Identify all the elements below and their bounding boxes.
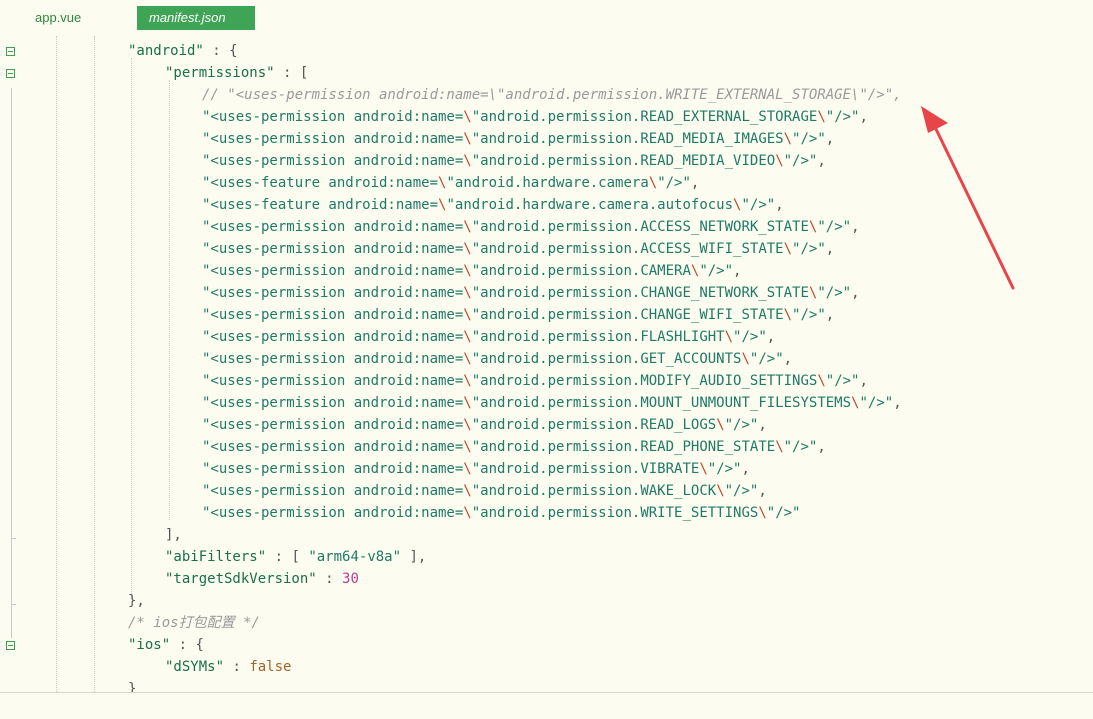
red-arrow-annotation <box>921 106 1015 290</box>
